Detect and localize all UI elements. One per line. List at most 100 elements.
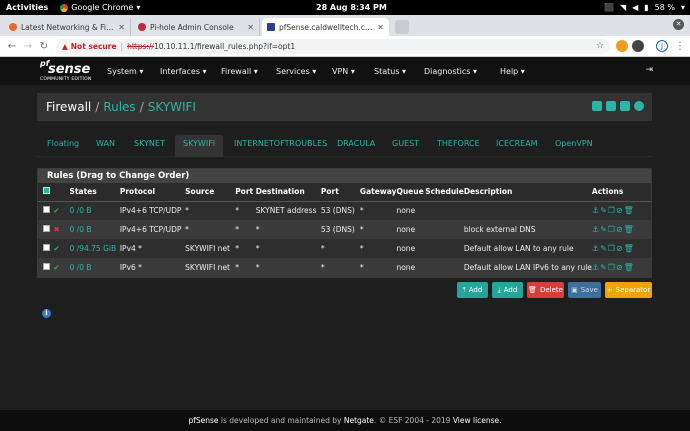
disable-icon[interactable]: ⊘ — [616, 244, 624, 253]
breadcrumb-rules[interactable]: Rules — [103, 100, 135, 114]
clock[interactable]: 28 Aug 8:34 PM — [316, 3, 387, 12]
tab-skynet[interactable]: SKYNET — [134, 135, 165, 157]
menu-diagnostics[interactable]: Diagnostics ▾ — [424, 67, 477, 76]
block-x-icon[interactable]: ✖ — [53, 220, 70, 239]
row-states[interactable]: 0 /0 B — [69, 201, 120, 220]
add-top-button[interactable]: ⤒ Add — [457, 282, 488, 298]
edit-icon[interactable]: ✎ — [600, 225, 608, 234]
anchor-icon[interactable]: ⚓ — [592, 206, 600, 215]
forward-icon[interactable]: → — [20, 41, 36, 52]
browser-tab-pihole[interactable]: Pi-hole Admin Console ✕ — [133, 18, 260, 36]
menu-system[interactable]: System ▾ — [107, 67, 143, 76]
row-source-port: * — [235, 258, 256, 277]
disable-icon[interactable]: ⊘ — [616, 263, 624, 272]
close-icon[interactable]: ✕ — [377, 23, 384, 32]
edit-icon[interactable]: ✎ — [600, 263, 608, 272]
table-row[interactable]: ✔ 0 /0 B IPv6 * SKYWIFI net * * * * none… — [38, 258, 651, 277]
reload-icon[interactable]: ↻ — [36, 41, 52, 52]
volume-icon: ◀ — [632, 3, 639, 12]
delete-button[interactable]: 🗑 Delete — [527, 282, 564, 298]
pass-check-icon[interactable]: ✔ — [53, 258, 70, 277]
row-states[interactable]: 0 /0 B — [69, 220, 120, 239]
delete-icon[interactable]: 🗑 — [624, 206, 635, 215]
address-bar[interactable]: ▲ Not secure | https:// 10.10.11.1/firew… — [56, 38, 610, 54]
view-license-link[interactable]: View license. — [453, 416, 502, 425]
row-queue: none — [396, 239, 426, 258]
system-tray[interactable]: ⬛ ◥ ◀ ▮ 58 % ▾ — [604, 3, 685, 12]
tab-guest[interactable]: GUEST — [392, 135, 419, 157]
menu-help[interactable]: Help ▾ — [500, 67, 525, 76]
row-states[interactable]: 0 /0 B — [69, 258, 120, 277]
pass-check-icon[interactable]: ✔ — [53, 239, 70, 258]
menu-status[interactable]: Status ▾ — [374, 67, 406, 76]
row-description — [463, 201, 592, 220]
window-close-icon[interactable]: ✕ — [673, 19, 684, 30]
copy-icon[interactable]: ❐ — [608, 206, 616, 215]
menu-services[interactable]: Services ▾ — [276, 67, 316, 76]
help-icon[interactable] — [634, 101, 644, 111]
menu-firewall[interactable]: Firewall ▾ — [221, 67, 258, 76]
table-row[interactable]: ✔ 0 /0 B IPv4+6 TCP/UDP * * SKYNET addre… — [38, 201, 651, 220]
back-icon[interactable]: ← — [4, 41, 20, 52]
save-button[interactable]: ▣ Save — [568, 282, 601, 298]
app-menu[interactable]: Google Chrome ▾ — [60, 3, 140, 12]
tab-skywifi[interactable]: SKYWIFI — [175, 135, 224, 157]
anchor-icon[interactable]: ⚓ — [592, 263, 600, 272]
copy-icon[interactable]: ❐ — [608, 263, 616, 272]
menu-vpn[interactable]: VPN ▾ — [332, 67, 355, 76]
anchor-icon[interactable]: ⚓ — [592, 244, 600, 253]
delete-icon[interactable]: 🗑 — [624, 244, 635, 253]
pass-check-icon[interactable]: ✔ — [53, 201, 70, 220]
menu-interfaces[interactable]: Interfaces ▾ — [160, 67, 207, 76]
row-checkbox[interactable] — [43, 244, 50, 251]
browser-tab-networking[interactable]: Latest Networking & Firewall ✕ — [4, 18, 131, 36]
list-icon[interactable] — [620, 101, 630, 111]
chart-icon[interactable] — [606, 101, 616, 111]
breadcrumb-skywifi[interactable]: SKYWIFI — [148, 100, 196, 114]
app-name: Google Chrome — [71, 3, 134, 12]
row-checkbox[interactable] — [43, 225, 50, 232]
bookmark-star-icon[interactable]: ☆ — [596, 41, 604, 51]
new-tab-button[interactable] — [395, 20, 409, 34]
edit-icon[interactable]: ✎ — [600, 206, 608, 215]
close-icon[interactable]: ✕ — [118, 23, 125, 32]
row-states[interactable]: 0 /94.75 GiB — [69, 239, 120, 258]
tab-internetoftroubles[interactable]: INTERNETOFTROUBLES — [234, 135, 327, 157]
tab-wan[interactable]: WAN — [96, 135, 115, 157]
disable-icon[interactable]: ⊘ — [616, 206, 624, 215]
more-menu-icon[interactable]: ⋮ — [672, 41, 688, 52]
close-icon[interactable]: ✕ — [247, 23, 254, 32]
extension-icon[interactable] — [632, 40, 644, 52]
col-description: Description — [463, 183, 592, 202]
profile-avatar[interactable]: J — [656, 40, 668, 52]
select-all-checkbox[interactable] — [43, 187, 50, 195]
delete-icon[interactable]: 🗑 — [624, 263, 635, 272]
row-checkbox[interactable] — [43, 206, 50, 214]
not-secure-label[interactable]: Not secure — [71, 42, 117, 51]
add-bottom-button[interactable]: ⤓ Add — [492, 282, 523, 298]
activities-button[interactable]: Activities — [6, 3, 48, 12]
pfsense-logo[interactable]: pf sense COMMUNITY EDITION — [40, 59, 94, 83]
sliders-icon[interactable] — [592, 101, 602, 111]
tab-icecream[interactable]: ICECREAM — [496, 135, 538, 157]
info-icon[interactable]: i — [42, 309, 51, 318]
separator-button[interactable]: + Separator — [605, 282, 652, 298]
table-row[interactable]: ✖ 0 /0 B IPv4+6 TCP/UDP * * * 53 (DNS) *… — [38, 220, 651, 239]
anchor-icon[interactable]: ⚓ — [592, 225, 600, 234]
disable-icon[interactable]: ⊘ — [616, 225, 624, 234]
table-row[interactable]: ✔ 0 /94.75 GiB IPv4 * SKYWIFI net * * * … — [38, 239, 651, 258]
row-checkbox[interactable] — [43, 263, 50, 270]
tab-dracula[interactable]: DRACULA — [337, 135, 375, 157]
logout-icon[interactable]: ⇥ — [645, 65, 653, 75]
browser-tab-pfsense[interactable]: pfSense.caldwelltech.co.uk - ✕ — [262, 18, 389, 36]
copy-icon[interactable]: ❐ — [608, 244, 616, 253]
copy-icon[interactable]: ❐ — [608, 225, 616, 234]
extension-icon[interactable] — [616, 40, 628, 52]
tab-openvpn[interactable]: OpenVPN — [555, 135, 593, 157]
netgate-link[interactable]: Netgate — [344, 416, 374, 425]
tab-theforce[interactable]: THEFORCE — [437, 135, 480, 157]
tab-floating[interactable]: Floating — [47, 135, 79, 157]
delete-icon[interactable]: 🗑 — [624, 225, 635, 234]
warning-icon[interactable]: ▲ — [62, 42, 68, 51]
edit-icon[interactable]: ✎ — [600, 244, 608, 253]
